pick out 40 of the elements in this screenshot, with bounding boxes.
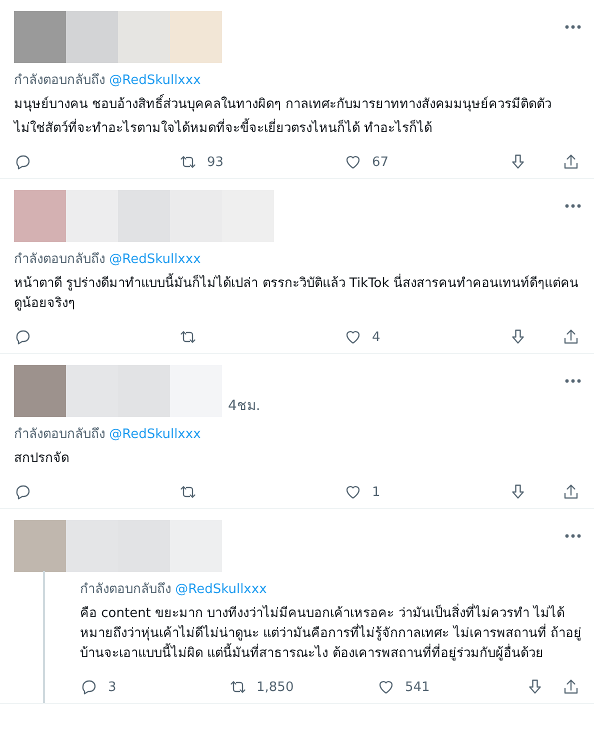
share-icon[interactable] — [562, 483, 580, 502]
like-count: 1 — [372, 484, 380, 502]
tweet-text: หน้าตาดี รูปร่างดีมาทำแบบนี้มันก็ไม่ได้เปล่า ตรรกะวิบัติแล้ว TikTok นี่สงสารคนทำคอนเทนท์ดีๆแต่คนดูน้อยจริงๆ — [14, 274, 584, 314]
heart-icon[interactable] — [344, 483, 362, 502]
like-count: 4 — [372, 328, 380, 346]
more-icon[interactable] — [564, 203, 582, 209]
heart-icon[interactable] — [377, 678, 395, 696]
comment-icon[interactable] — [14, 328, 32, 346]
comment-icon[interactable] — [14, 483, 32, 502]
reply-count: 3 — [108, 678, 116, 696]
like-count: 67 — [372, 154, 389, 172]
mention-link[interactable]: @RedSkullxxx — [175, 582, 267, 597]
replying-to-label: กำลังตอบกลับถึง — [14, 73, 105, 88]
share-icon[interactable] — [562, 678, 580, 696]
more-icon[interactable] — [564, 378, 582, 384]
tweet-time: 4ชม. — [228, 397, 260, 416]
like-count: 541 — [405, 678, 430, 696]
tweet-text: ไม่ใช่สัตว์ที่จะทำอะไรตามใจได้หมดที่จะขี้จะเยี่ยวตรงไหนก็ได้ ทำอะไรก็ได้ — [14, 118, 584, 138]
more-icon[interactable] — [564, 24, 582, 30]
retweet-count: 93 — [207, 154, 224, 172]
retweet-count: 1,850 — [256, 678, 294, 696]
heart-icon[interactable] — [344, 153, 362, 172]
comment-icon[interactable] — [14, 153, 32, 172]
replying-to-label: กำลังตอบกลับถึง — [80, 582, 171, 597]
heart-icon[interactable] — [344, 328, 362, 346]
download-icon[interactable] — [509, 328, 527, 346]
share-icon[interactable] — [562, 328, 580, 346]
replying-to-label: กำลังตอบกลับถึง — [14, 427, 105, 442]
tweet-text: คือ content ขยะมาก บางทีงงว่าไม่มีคนบอกเค้าเหรอคะ ว่ามันเป็นสิ่งที่ไม่ควรทำ ไม่ได้หมายถึงว่าหุ่นเค้าไม่ดีไม่น่าดูนะ แต่ว่ามันคือการที่ไม่รู้จักกาลเทศะ ไม่เคารพสถานที่ ถ้าอยู่บ้านจะเอาแบบนี้ไม่ผิด แต่นี้มันที่สาธารณะไง ต้องเคารพสถานที่ที่อยู่ร่วมกับผู้อื่นด้วย — [80, 604, 582, 662]
tweet-text: มนุษย์บางคน ชอบอ้างสิทธิ์ส่วนบุคคลในทางผิดๆ กาลเทศะกับมารยาททางสังคมมนุษย์ควรมีติดตัว — [14, 94, 584, 114]
replying-to-label: กำลังตอบกลับถึง — [14, 252, 105, 267]
tweet-text: สกปรกจัด — [14, 450, 70, 468]
mention-link[interactable]: @RedSkullxxx — [109, 73, 201, 88]
download-icon[interactable] — [509, 153, 527, 172]
share-icon[interactable] — [562, 153, 580, 172]
comment-icon[interactable] — [80, 678, 98, 696]
more-icon[interactable] — [564, 533, 582, 539]
mention-link[interactable]: @RedSkullxxx — [109, 427, 201, 442]
mention-link[interactable]: @RedSkullxxx — [109, 252, 201, 267]
download-icon[interactable] — [509, 483, 527, 502]
